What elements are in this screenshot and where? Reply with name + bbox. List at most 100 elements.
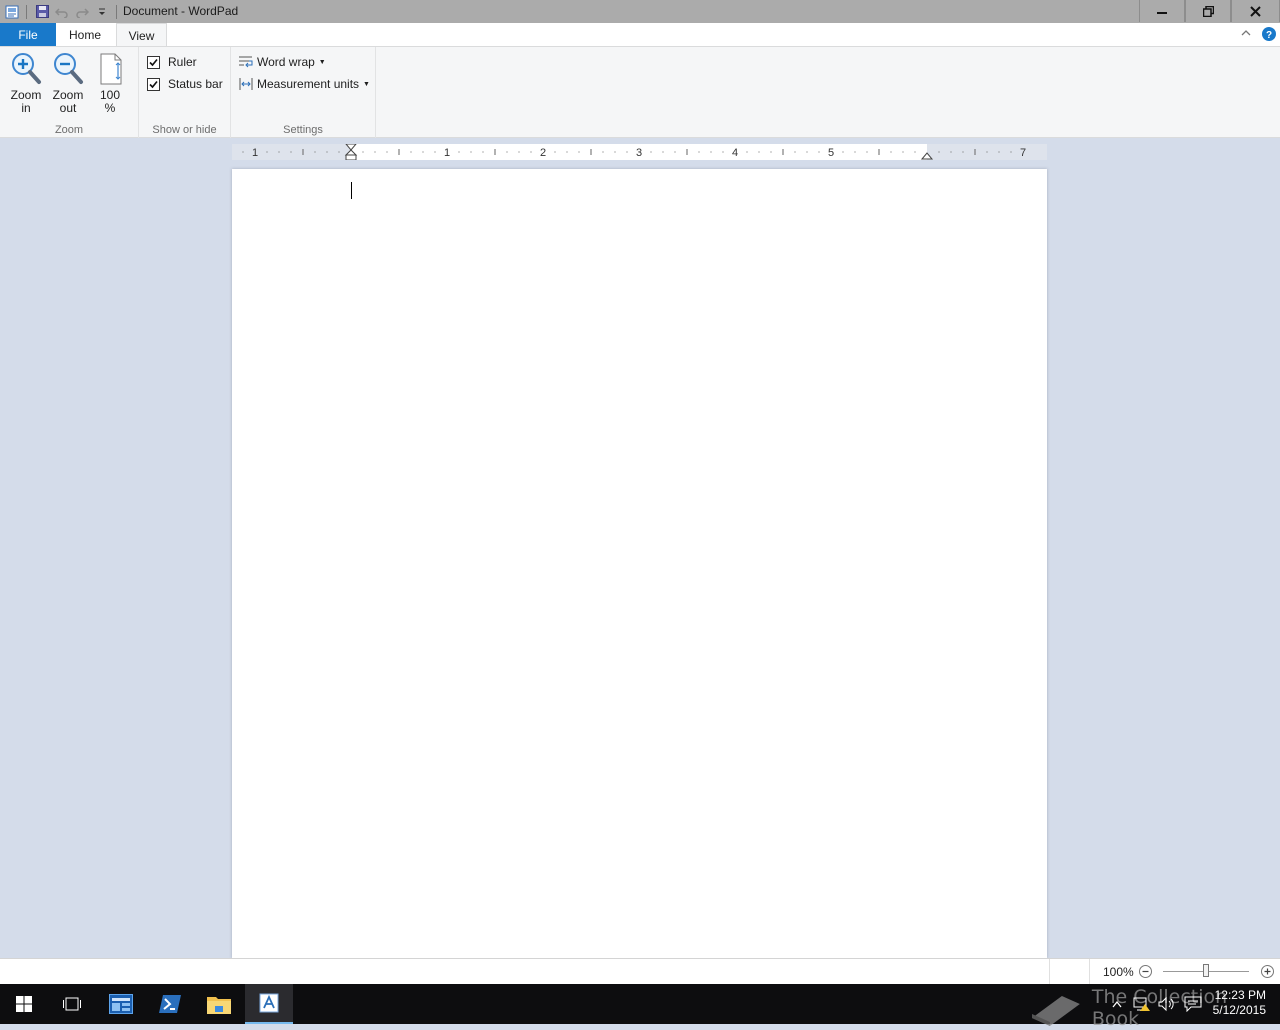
ruler-minor-tick <box>854 151 856 153</box>
ruler-minor-tick <box>866 151 868 153</box>
restore-button[interactable] <box>1185 0 1231 22</box>
ruler-minor-tick <box>818 151 820 153</box>
ruler-minor-tick <box>698 151 700 153</box>
tray-overflow-icon[interactable] <box>1108 996 1126 1012</box>
page-100-icon <box>100 53 122 85</box>
status-divider <box>1089 959 1090 984</box>
measurement-units-button[interactable]: Measurement units ▼ <box>238 77 370 91</box>
help-icon[interactable]: ? <box>1262 27 1276 44</box>
word-wrap-label: Word wrap <box>257 55 315 69</box>
word-wrap-button[interactable]: Word wrap ▼ <box>238 55 326 69</box>
zoom-in-small-icon[interactable] <box>1261 965 1274 981</box>
zoom-slider-thumb[interactable] <box>1203 964 1209 977</box>
ruler-minor-tick <box>410 151 412 153</box>
volume-icon[interactable] <box>1158 996 1176 1012</box>
close-button[interactable] <box>1231 0 1280 22</box>
status-bar: 100% <box>0 958 1280 984</box>
measurement-units-label: Measurement units <box>257 77 360 91</box>
ruler-minor-tick <box>506 151 508 153</box>
ruler-minor-tick <box>434 151 436 153</box>
zoom-out-label-line2: out <box>59 101 77 115</box>
minimize-button[interactable] <box>1139 0 1185 22</box>
tab-file[interactable]: File <box>0 23 56 46</box>
ruler-minor-tick <box>626 151 628 153</box>
book-logo-icon <box>1031 996 1080 1026</box>
ruler-number: 1 <box>252 147 258 159</box>
right-indent-marker-icon[interactable] <box>920 152 934 160</box>
ribbon-tab-row: File Home View ? <box>0 23 1280 47</box>
file-explorer-button[interactable] <box>195 984 243 1024</box>
customize-qat-icon[interactable] <box>94 4 110 20</box>
task-view-icon <box>63 997 81 1011</box>
ruler-checkbox[interactable]: Ruler <box>147 55 197 69</box>
wordpad-app-icon[interactable] <box>4 4 20 20</box>
ruler-checkbox-label: Ruler <box>168 55 197 69</box>
zoom-out-icon <box>54 53 83 84</box>
svg-text:?: ? <box>1266 30 1272 41</box>
taskbar: The Collection Book 12:23 PM 5/12/2015 <box>0 984 1280 1030</box>
measurement-units-icon <box>239 78 253 90</box>
ruler-minor-tick <box>758 151 760 153</box>
clock-date: 5/12/2015 <box>1212 1003 1266 1017</box>
ruler-minor-tick <box>314 151 316 153</box>
quick-access-toolbar <box>0 0 120 23</box>
ruler-minor-tick <box>986 151 988 153</box>
ruler-minor-tick <box>914 151 916 153</box>
ruler-minor-tick <box>746 151 748 153</box>
settings-group-label: Settings <box>283 124 323 136</box>
network-icon[interactable] <box>1133 996 1151 1012</box>
zoom-group: Zoom in Zoom out 100 % Zoom <box>0 47 139 138</box>
status-bar-checkbox[interactable]: Status bar <box>147 77 223 91</box>
server-manager-icon <box>109 994 133 1014</box>
system-clock[interactable]: 12:23 PM 5/12/2015 <box>1213 988 1266 1018</box>
ruler-minor-tick <box>242 151 244 153</box>
ruler-minor-tick <box>842 151 844 153</box>
ruler-minor-tick <box>662 151 664 153</box>
tab-view[interactable]: View <box>116 23 167 47</box>
ruler-minor-tick <box>518 151 520 153</box>
dropdown-arrow-icon: ▼ <box>318 58 326 66</box>
ruler-minor-tick <box>674 151 676 153</box>
ruler-minor-tick <box>614 151 616 153</box>
status-divider <box>1049 959 1050 984</box>
tab-home[interactable]: Home <box>60 23 110 46</box>
checkbox-checked-icon <box>147 55 160 69</box>
wordpad-taskbar-button[interactable] <box>245 984 293 1024</box>
ruler-minor-tick <box>902 151 904 153</box>
ruler-minor-tick <box>278 151 280 153</box>
powershell-button[interactable] <box>146 984 194 1024</box>
minimize-ribbon-icon[interactable] <box>1240 27 1252 41</box>
ruler-minor-tick <box>422 151 424 153</box>
redo-icon[interactable] <box>74 4 90 20</box>
zoom-in-button[interactable]: Zoom in <box>6 51 46 115</box>
zoom-out-small-icon[interactable] <box>1139 965 1152 981</box>
ruler-number: 5 <box>828 147 834 159</box>
dropdown-arrow-icon: ▼ <box>363 80 370 88</box>
ruler-number: 2 <box>540 147 546 159</box>
hundred-percent-button[interactable]: 100 % <box>90 51 130 115</box>
undo-icon[interactable] <box>54 4 70 20</box>
folder-icon <box>207 997 231 1014</box>
ruler[interactable]: 1 1 2 3 4 5 7 <box>232 144 1047 160</box>
task-view-button[interactable] <box>48 984 96 1024</box>
zoom-level-label[interactable]: 100% <box>1103 965 1134 979</box>
ruler-minor-tick <box>578 151 580 153</box>
ruler-minor-tick <box>962 151 964 153</box>
ruler-minor-tick <box>374 151 376 153</box>
ruler-minor-tick <box>554 151 556 153</box>
ruler-minor-tick <box>602 151 604 153</box>
ruler-minor-tick <box>1010 151 1012 153</box>
zoom-out-button[interactable]: Zoom out <box>48 51 88 115</box>
document-page[interactable] <box>232 169 1047 958</box>
server-manager-button[interactable] <box>97 984 145 1024</box>
qat-separator <box>116 4 117 19</box>
ruler-minor-tick <box>326 151 328 153</box>
action-center-icon[interactable] <box>1184 996 1202 1012</box>
indent-marker-icon[interactable] <box>344 144 358 160</box>
ruler-minor-tick <box>362 151 364 153</box>
start-button[interactable] <box>0 984 48 1024</box>
zoom-group-label: Zoom <box>54 124 84 136</box>
save-icon[interactable] <box>34 4 50 20</box>
ruler-minor-tick <box>266 151 268 153</box>
title-bar: Document - WordPad <box>0 0 1280 23</box>
